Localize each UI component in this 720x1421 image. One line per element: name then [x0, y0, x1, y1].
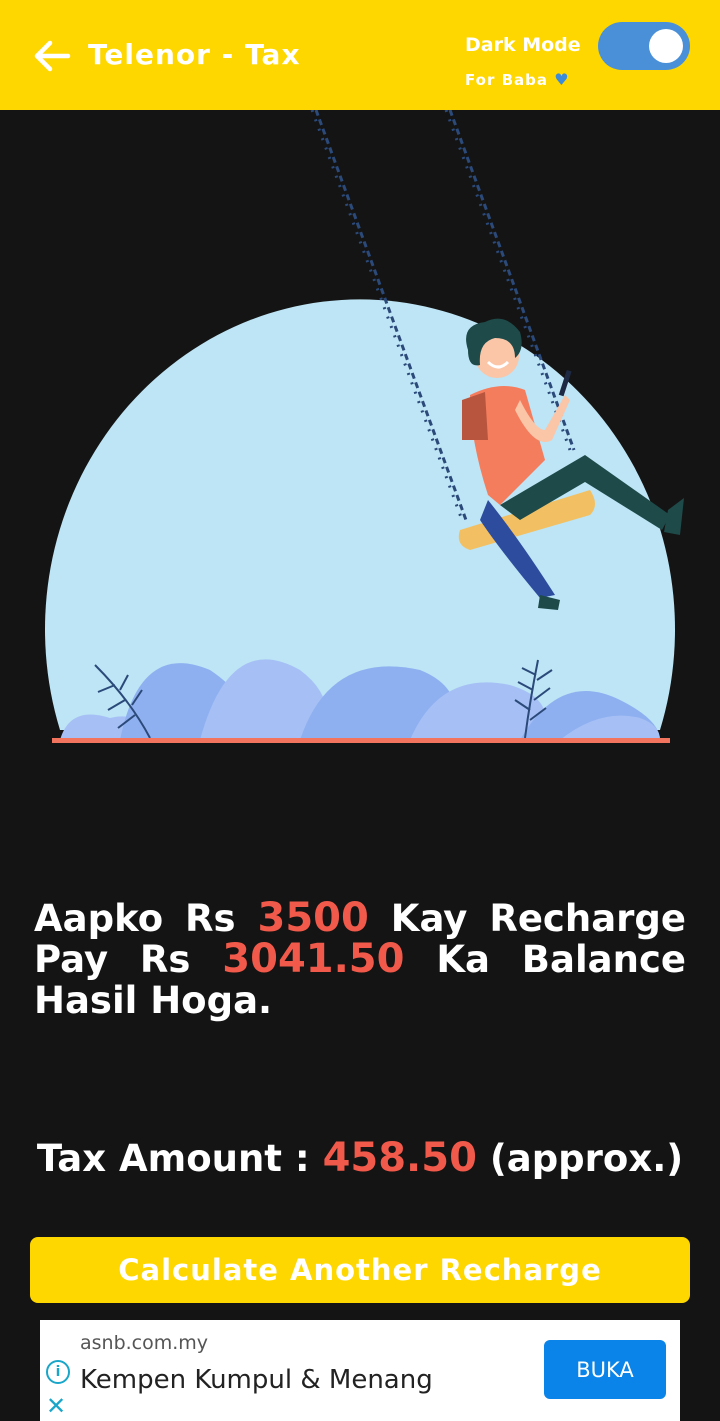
tax-label: Tax Amount :	[36, 1137, 310, 1180]
ad-domain: asnb.com.my	[80, 1332, 209, 1354]
person-shoe-right	[664, 498, 684, 535]
message-prefix: Aapko Rs	[34, 897, 236, 940]
recharge-amount: 3500	[257, 895, 369, 941]
dark-mode-label: Dark Mode	[465, 34, 581, 56]
close-icon[interactable]: ✕	[46, 1392, 66, 1420]
info-icon[interactable]: i	[46, 1360, 70, 1384]
ad-banner[interactable]: i ✕ asnb.com.my Kempen Kumpul & Menang B…	[40, 1320, 680, 1421]
dark-mode-toggle[interactable]	[598, 22, 690, 70]
balance-amount: 3041.50	[222, 936, 405, 982]
tax-amount-row: Tax Amount : 458.50 (approx.)	[0, 1135, 720, 1181]
result-message: Aapko Rs 3500 Kay Recharge Pay Rs 3041.5…	[34, 895, 686, 1022]
dark-mode-sublabel: For Baba ♥	[465, 70, 570, 89]
tax-amount-value: 458.50	[322, 1135, 477, 1181]
calculate-another-recharge-button[interactable]: Calculate Another Recharge	[30, 1237, 690, 1303]
dark-mode-sub-text: For Baba	[465, 71, 548, 89]
page-title: Telenor - Tax	[88, 38, 301, 71]
ad-title: Kempen Kumpul & Menang	[80, 1365, 433, 1395]
tax-approx-note: (approx.)	[489, 1137, 684, 1180]
ad-open-button[interactable]: BUKA	[544, 1340, 666, 1399]
toggle-knob	[649, 29, 683, 63]
ground-line	[52, 738, 670, 743]
arrow-left-icon[interactable]	[32, 38, 72, 74]
app-bar: Telenor - Tax Dark Mode For Baba ♥	[0, 0, 720, 110]
swing-illustration	[45, 110, 684, 743]
person-sleeve	[462, 392, 488, 440]
blue-heart-icon: ♥	[554, 70, 570, 89]
